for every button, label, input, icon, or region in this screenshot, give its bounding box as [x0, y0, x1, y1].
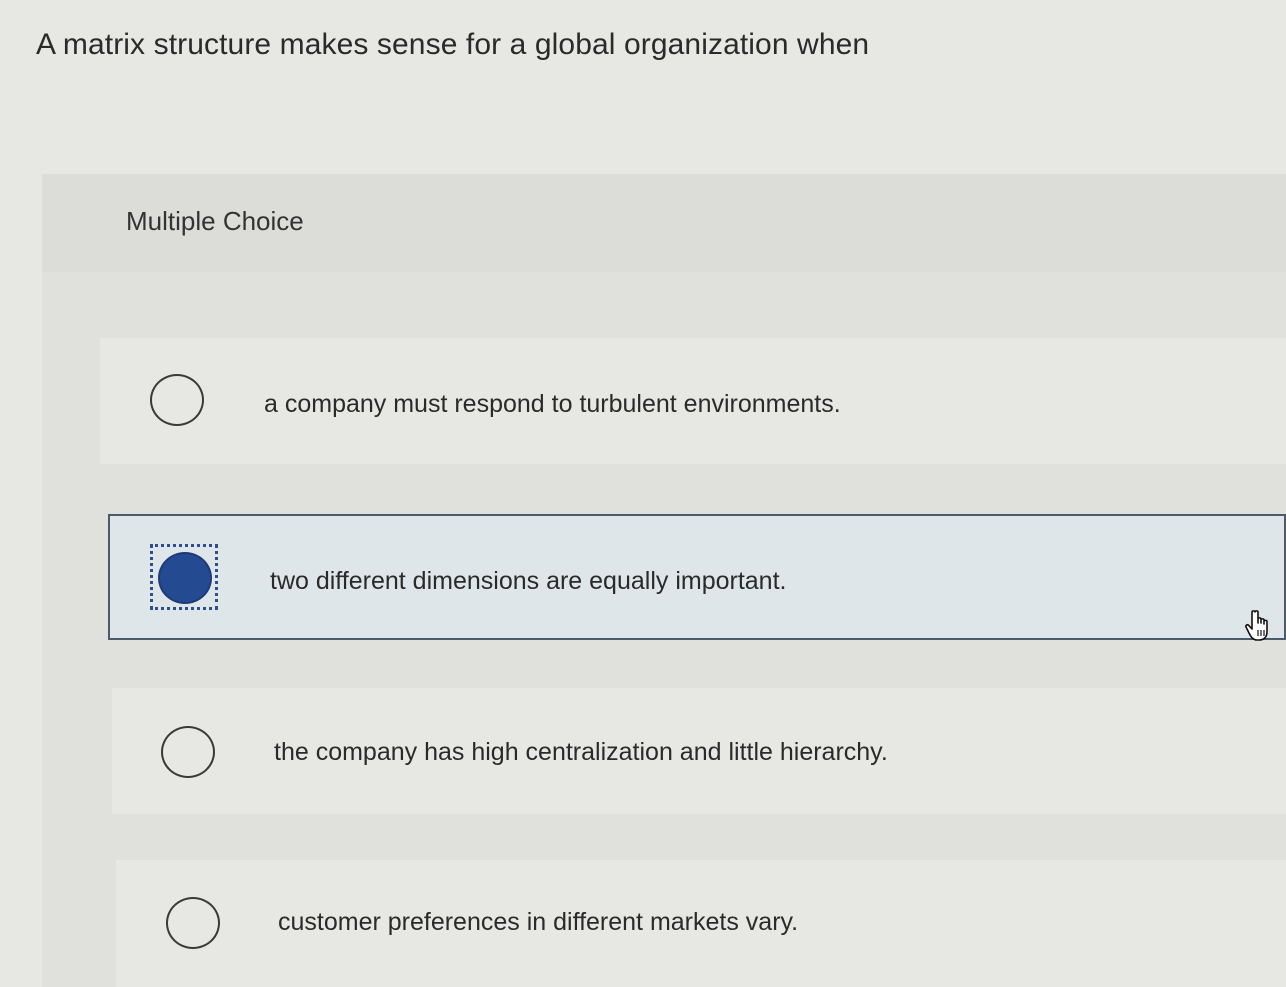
radio-button-2-selected[interactable] [158, 552, 212, 604]
choice-option-3[interactable]: the company has high centralization and … [112, 688, 1286, 814]
choice-text-3: the company has high centralization and … [274, 738, 888, 766]
radio-button-3[interactable] [161, 726, 215, 778]
choice-text-2: two different dimensions are equally imp… [270, 567, 787, 595]
multiple-choice-header: Multiple Choice [42, 174, 1286, 272]
choice-text-4: customer preferences in different market… [278, 908, 799, 936]
choice-text-1: a company must respond to turbulent envi… [264, 390, 841, 418]
radio-button-1[interactable] [150, 374, 204, 426]
choice-option-2[interactable]: two different dimensions are equally imp… [108, 514, 1286, 640]
hand-pointer-icon [1244, 608, 1280, 644]
question-text: A matrix structure makes sense for a glo… [36, 28, 870, 61]
choice-option-1[interactable]: a company must respond to turbulent envi… [100, 338, 1286, 464]
choice-option-4[interactable]: customer preferences in different market… [116, 860, 1286, 987]
radio-button-4[interactable] [166, 897, 220, 949]
multiple-choice-label: Multiple Choice [126, 206, 304, 236]
